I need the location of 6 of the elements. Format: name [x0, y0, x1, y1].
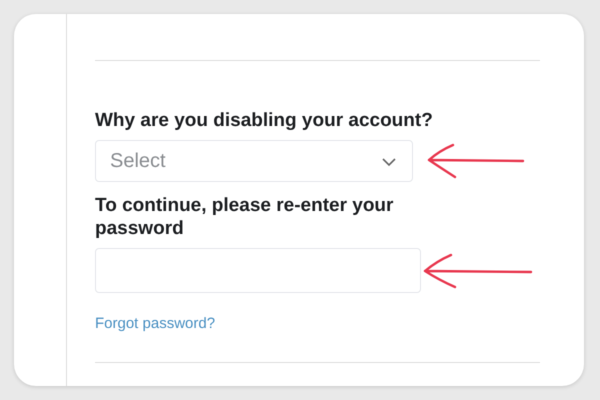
password-field[interactable] — [95, 248, 421, 293]
question-label: Why are you disabling your account? — [95, 109, 434, 132]
chevron-down-icon — [382, 158, 396, 167]
reason-dropdown[interactable]: Select — [95, 140, 413, 182]
forgot-password-link[interactable]: Forgot password? — [95, 315, 216, 332]
password-label: To continue, please re-enter your password — [95, 194, 394, 240]
